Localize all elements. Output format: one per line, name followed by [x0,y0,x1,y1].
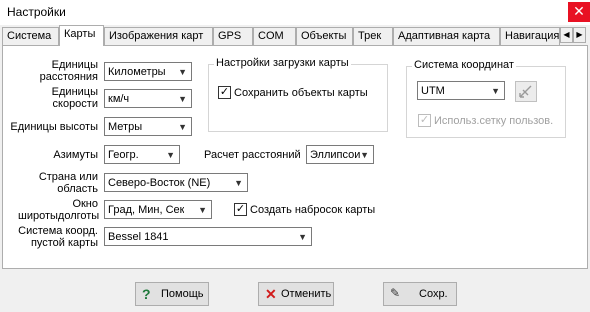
distance-units-label: Единицы расстояния [39,59,98,83]
save-button-label: Сохр. [419,288,448,300]
tab-objects[interactable]: Объекты [296,27,353,45]
checkmark-icon: ✓ [419,114,430,126]
chevron-down-icon: ▼ [178,122,187,132]
tab-gps[interactable]: GPS [213,27,253,45]
cancel-button-label: Отменить [281,288,332,300]
checkmark-icon: ✓ [219,86,230,98]
use-grid-label: Использ.сетку пользов. [434,115,554,127]
region-value: Северо-Восток (NE) [108,177,211,189]
close-button[interactable]: ✕ [568,2,590,22]
empty-map-cs-label: Система коорд. пустой карты [18,225,98,249]
save-objects-label: Сохранить объекты карты [234,87,368,99]
empty-map-cs-value: Bessel 1841 [108,231,169,243]
tab-navigation[interactable]: Навигация [500,27,560,45]
tab-map-images[interactable]: Изображения карт [104,27,213,45]
speed-units-label: Единицы скорости [51,86,98,110]
empty-map-cs-select[interactable]: Bessel 1841 ▼ [104,227,312,246]
sketch-checkbox[interactable]: ✓ [234,203,247,216]
distance-calc-value: Эллипсоид [310,149,360,161]
save-objects-checkbox[interactable]: ✓ [218,86,231,99]
load-settings-title: Настройки загрузки карты [214,57,351,69]
save-icon: ✎ [390,286,401,300]
chevron-down-icon: ▼ [198,205,207,215]
distance-units-value: Километры [108,66,166,78]
tab-maps[interactable]: Карты [59,25,104,46]
speed-units-value: км/ч [108,93,130,105]
close-icon: ✕ [573,3,585,19]
coord-system-title: Система координат [412,59,516,71]
ruler-edit-icon [519,85,532,98]
help-button[interactable]: ? Помощь [135,282,209,306]
height-units-select[interactable]: Метры ▼ [104,117,192,136]
azimuth-label: Азимуты [53,149,98,161]
chevron-down-icon: ▼ [491,86,500,96]
chevron-down-icon: ▼ [166,150,175,160]
azimuth-select[interactable]: Геогр. ▼ [104,145,180,164]
tab-com[interactable]: COM [253,27,296,45]
title-bar [0,0,590,25]
tab-track[interactable]: Трек [353,27,393,45]
use-grid-checkbox[interactable]: ✓ [418,114,431,127]
sketch-label: Создать набросок карты [250,204,376,216]
chevron-down-icon: ▼ [234,178,243,188]
coord-system-select[interactable]: UTM ▼ [417,81,505,100]
coord-system-group [406,66,566,138]
tab-adaptive-map[interactable]: Адаптивная карта [393,27,500,45]
arrow-left-icon: ◀ [563,30,570,39]
height-units-label: Единицы высоты [10,121,98,133]
help-icon: ? [142,286,151,302]
save-button[interactable]: ✎ Сохр. [383,282,457,306]
coord-window-label: Окно широтыдолготы [18,198,100,222]
tab-scroll-right-button[interactable]: ▶ [573,27,586,43]
region-select[interactable]: Северо-Восток (NE) ▼ [104,173,248,192]
arrow-right-icon: ▶ [576,30,583,39]
window-title: Настройки [7,5,66,19]
distance-calc-label: Расчет расстояний [204,149,301,161]
checkmark-icon: ✓ [235,203,246,215]
coord-system-value: UTM [421,85,445,97]
distance-calc-select[interactable]: Эллипсоид ▼ [306,145,374,164]
coord-window-select[interactable]: Град, Мин, Сек ▼ [104,200,212,219]
azimuth-value: Геогр. [108,149,139,161]
coord-grid-button[interactable] [515,81,537,102]
tab-scroll-left-button[interactable]: ◀ [560,27,573,43]
chevron-down-icon: ▼ [360,150,369,160]
coord-window-value: Град, Мин, Сек [108,204,185,216]
speed-units-select[interactable]: км/ч ▼ [104,89,192,108]
chevron-down-icon: ▼ [178,94,187,104]
cancel-icon: ✕ [265,286,277,302]
help-button-label: Помощь [161,288,204,300]
height-units-value: Метры [108,121,143,133]
cancel-button[interactable]: ✕ Отменить [258,282,334,306]
region-label: Страна или область [38,171,98,195]
chevron-down-icon: ▼ [178,67,187,77]
distance-units-select[interactable]: Километры ▼ [104,62,192,81]
chevron-down-icon: ▼ [298,232,307,242]
tab-system[interactable]: Система [2,27,59,45]
